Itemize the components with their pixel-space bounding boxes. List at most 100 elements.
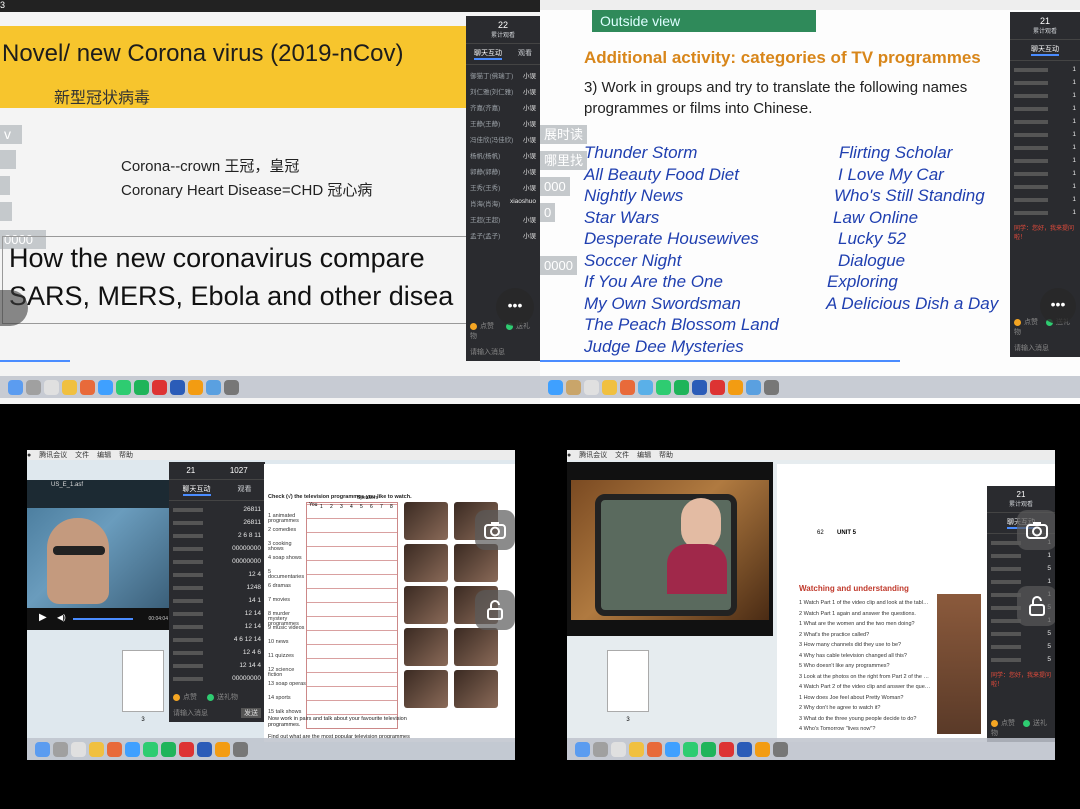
contacts-icon[interactable] (566, 379, 581, 395)
messages-icon[interactable] (656, 379, 671, 395)
finder-icon[interactable] (8, 379, 23, 395)
calendar-icon[interactable] (611, 741, 626, 757)
video-player[interactable]: US_E_1.asf ▶ ◀) 00:04:04 (27, 480, 172, 630)
word-icon[interactable] (692, 379, 707, 395)
folder-icon[interactable] (206, 379, 221, 395)
word-icon[interactable] (197, 741, 212, 757)
word-icon[interactable] (170, 379, 185, 395)
gift-button[interactable]: 送礼物 (470, 323, 530, 340)
safari-icon[interactable] (665, 741, 680, 757)
menu-item[interactable]: 帮助 (119, 452, 133, 459)
trash-icon[interactable] (233, 741, 248, 757)
finder-icon[interactable] (35, 741, 50, 757)
gift-button[interactable]: 送礼物 (217, 694, 238, 701)
apple-icon[interactable]: ● (27, 452, 31, 459)
messages-icon[interactable] (116, 379, 131, 395)
page-thumbnail-label: 3 (626, 717, 630, 723)
gift-button[interactable]: 送礼物 (991, 720, 1047, 737)
volume-icon[interactable]: ◀) (57, 613, 66, 622)
unlock-icon[interactable] (475, 590, 515, 630)
maps-icon[interactable] (638, 379, 653, 395)
word-icon[interactable] (737, 741, 752, 757)
app-icon[interactable] (215, 741, 230, 757)
chat-item: 孟子(孟子) 小误 (470, 227, 536, 243)
wechat-icon[interactable] (161, 741, 176, 757)
video-player[interactable] (567, 462, 773, 636)
ppt-icon[interactable] (152, 379, 167, 395)
menu-item[interactable]: 文件 (615, 452, 629, 459)
notes-icon[interactable] (602, 379, 617, 395)
menu-item[interactable]: 腾讯会议 (39, 452, 67, 459)
message-input[interactable]: 请输入消息 (1014, 343, 1076, 353)
launchpad-icon[interactable] (593, 741, 608, 757)
chat-item: 00000000 (173, 555, 261, 568)
chat-item: 5 (991, 640, 1051, 653)
ppt-icon[interactable] (710, 379, 725, 395)
menu-item[interactable]: 文件 (75, 452, 89, 459)
wechat-icon[interactable] (134, 379, 149, 395)
unlock-icon[interactable] (1017, 586, 1055, 626)
notes-icon[interactable] (629, 741, 644, 757)
app-icon[interactable] (755, 741, 770, 757)
safari-icon[interactable] (548, 379, 563, 395)
tab-viewers[interactable]: 观看 (518, 48, 532, 60)
trash-icon[interactable] (773, 741, 788, 757)
page-thumbnail[interactable]: 3 (122, 650, 164, 723)
more-icon[interactable]: ••• (496, 288, 534, 326)
seek-bar[interactable] (73, 618, 133, 620)
menu-item[interactable]: 编辑 (97, 452, 111, 459)
chat-item: 杨帆(杨帆) 小误 (470, 147, 536, 163)
notes-icon[interactable] (89, 741, 104, 757)
photos-icon[interactable] (620, 379, 635, 395)
like-button[interactable]: 点赞 (480, 323, 494, 330)
programme-label: 5 documentaries (268, 569, 305, 580)
chat-item: 1 (1014, 167, 1076, 180)
menu-item[interactable]: 腾讯会议 (579, 452, 607, 459)
calendar-icon[interactable] (584, 379, 599, 395)
ppt-icon[interactable] (719, 741, 734, 757)
like-button[interactable]: 点赞 (1001, 720, 1015, 727)
like-button[interactable]: 点赞 (183, 694, 197, 701)
app-icon[interactable] (728, 379, 743, 395)
video-time: 00:04:04 (148, 616, 168, 622)
video-controls: ▶ ◀) 00:04:04 (27, 608, 172, 630)
like-button[interactable]: 点赞 (1024, 319, 1038, 326)
message-input[interactable]: 请输入消息 (173, 708, 208, 718)
more-icon[interactable]: ••• (1040, 288, 1076, 324)
safari-icon[interactable] (125, 741, 140, 757)
calendar-icon[interactable] (44, 379, 59, 395)
camera-icon[interactable] (1017, 510, 1055, 550)
chat-user-blurred (991, 567, 1021, 571)
send-button[interactable]: 发送 (241, 708, 261, 718)
apple-icon[interactable]: ● (567, 452, 571, 459)
tab-chat[interactable]: 聊天互动 (474, 48, 502, 60)
wechat-icon[interactable] (701, 741, 716, 757)
programme-title: Law Online (833, 207, 919, 227)
photos-icon[interactable] (80, 379, 95, 395)
page-thumbnail[interactable]: 3 (607, 650, 649, 723)
menu-item[interactable]: 帮助 (659, 452, 673, 459)
launchpad-icon[interactable] (26, 379, 41, 395)
tab-chat[interactable]: 聊天互动 (182, 484, 211, 496)
finder-icon[interactable] (575, 741, 590, 757)
messages-icon[interactable] (143, 741, 158, 757)
trash-icon[interactable] (764, 379, 779, 395)
wechat-icon[interactable] (674, 379, 689, 395)
folder-icon[interactable] (746, 379, 761, 395)
launchpad-icon[interactable] (53, 741, 68, 757)
photos-icon[interactable] (107, 741, 122, 757)
tab-chat[interactable]: 聊天互动 (1031, 44, 1059, 56)
messages-icon[interactable] (683, 741, 698, 757)
calendar-icon[interactable] (71, 741, 86, 757)
trash-icon[interactable] (224, 379, 239, 395)
app-icon[interactable] (188, 379, 203, 395)
camera-icon[interactable] (475, 510, 515, 550)
ppt-icon[interactable] (179, 741, 194, 757)
safari-icon[interactable] (98, 379, 113, 395)
notes-icon[interactable] (62, 379, 77, 395)
play-icon[interactable]: ▶ (39, 612, 47, 623)
menu-item[interactable]: 编辑 (637, 452, 651, 459)
photos-icon[interactable] (647, 741, 662, 757)
tab-viewers[interactable]: 观看 (238, 484, 252, 496)
message-input[interactable]: 请输入消息 (470, 347, 536, 357)
